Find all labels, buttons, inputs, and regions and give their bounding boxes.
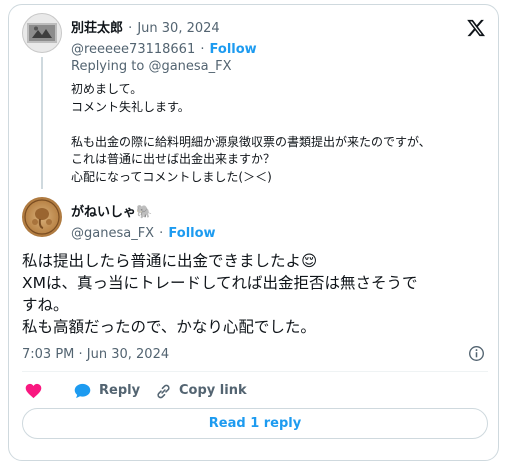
tweet-text-line: XMは、真っ当にトレードしてれば出金拒否は無さそうで bbox=[22, 274, 418, 292]
copy-link-button[interactable]: Copy link bbox=[179, 383, 247, 398]
heart-icon[interactable] bbox=[25, 383, 42, 403]
x-logo-icon[interactable] bbox=[466, 18, 486, 44]
dot-separator: · bbox=[128, 21, 133, 36]
read-replies-button[interactable]: Read 1 reply bbox=[22, 408, 488, 439]
main-tweet-text: 私は提出したら普通に出金できましたよ😌 XMは、真っ当にトレードしてれば出金拒否… bbox=[22, 250, 492, 338]
tweet-text-line: 私も出金の際に給料明細か源泉徴収票の書類提出が来たのですが、 bbox=[71, 134, 431, 149]
tweet-text-line: これは普通に出せば出金出来ますか？ bbox=[71, 152, 276, 166]
avatar[interactable] bbox=[22, 197, 62, 237]
user-handle[interactable]: @reeeee73118661 bbox=[71, 42, 195, 57]
follow-button[interactable]: Follow bbox=[210, 42, 257, 57]
tweet-text-line: 私は提出したら普通に出金できましたよ😌 bbox=[22, 252, 318, 270]
parent-tweet-text: 初めまして。 コメント失礼します。 私も出金の際に給料明細か源泉徴収票の書類提出… bbox=[71, 81, 491, 186]
divider bbox=[22, 371, 488, 372]
replying-prefix: Replying to bbox=[71, 59, 145, 74]
tweet-text-line: すね。 bbox=[22, 296, 69, 314]
parent-tweet-header: 別荘太郎 · Jun 30, 2024 bbox=[71, 17, 220, 36]
main-handle-row: @ganesa_FX · Follow bbox=[71, 222, 216, 241]
parent-handle-row: @reeeee73118661 · Follow bbox=[71, 38, 257, 57]
reply-button[interactable]: Reply bbox=[99, 383, 140, 398]
tweet-text-line: 初めまして。 bbox=[71, 82, 143, 96]
info-icon[interactable] bbox=[468, 345, 485, 366]
replying-to: Replying to @ganesa_FX bbox=[71, 59, 232, 74]
dot-separator: · bbox=[159, 226, 164, 241]
tweet-text-line bbox=[71, 116, 491, 134]
display-name[interactable]: がねいしゃ🐘 bbox=[71, 205, 152, 220]
dot-separator: · bbox=[200, 42, 205, 57]
thread-connector-line bbox=[41, 57, 43, 189]
tweet-text-line: 心配になってコメントしました(＞＜) bbox=[71, 169, 272, 184]
tweet-date[interactable]: Jun 30, 2024 bbox=[137, 21, 219, 36]
replying-handle[interactable]: @ganesa_FX bbox=[148, 59, 231, 74]
avatar[interactable] bbox=[22, 13, 62, 53]
tweet-timestamp[interactable]: 7:03 PM · Jun 30, 2024 bbox=[22, 347, 169, 362]
reply-bubble-icon[interactable] bbox=[74, 383, 91, 403]
link-icon[interactable] bbox=[155, 383, 172, 404]
tweet-text-line: コメント失礼します。 bbox=[71, 99, 190, 114]
follow-button[interactable]: Follow bbox=[168, 226, 215, 241]
display-name[interactable]: 別荘太郎 bbox=[71, 21, 123, 36]
user-handle[interactable]: @ganesa_FX bbox=[71, 226, 154, 241]
main-tweet-header: がねいしゃ🐘 bbox=[71, 201, 152, 220]
tweet-text-line: 私も高額だったので、かなり心配でした。 bbox=[22, 318, 316, 336]
